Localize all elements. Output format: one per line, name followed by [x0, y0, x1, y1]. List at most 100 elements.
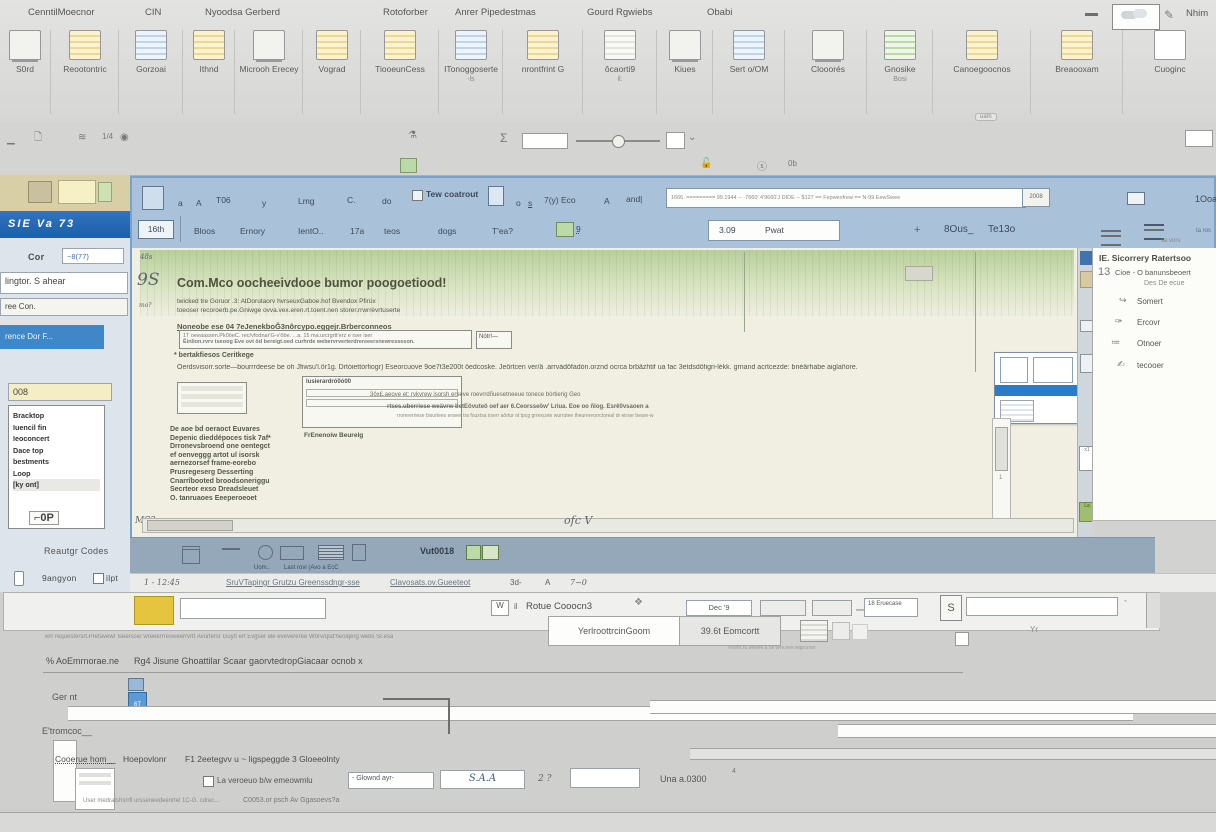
- selection-band[interactable]: [995, 385, 1079, 396]
- ribbon-button[interactable]: TiooeunCess: [362, 30, 439, 114]
- mini-field[interactable]: [1185, 130, 1213, 147]
- embedded-form[interactable]: lusierardró0ó00: [302, 376, 462, 428]
- option-cell[interactable]: [1033, 357, 1073, 383]
- ghost-button[interactable]: [852, 624, 868, 640]
- side-button[interactable]: La: [1079, 502, 1092, 522]
- coin-icon[interactable]: ⓢ: [757, 158, 767, 173]
- combo-box[interactable]: 18 Eruecase: [864, 598, 918, 617]
- spinner[interactable]: W: [491, 600, 509, 616]
- menu-item[interactable]: teos: [384, 226, 400, 236]
- lines-icon[interactable]: [222, 548, 240, 558]
- font-combo[interactable]: 3.09 Pwat: [708, 220, 840, 241]
- menu-icon[interactable]: [182, 546, 200, 564]
- tag-label[interactable]: % AoEmrnorae.ne: [46, 656, 119, 666]
- tool-glyph[interactable]: do: [382, 196, 391, 206]
- ribbon-button[interactable]: GnosikeBosi: [868, 30, 933, 114]
- ribbon-button[interactable]: Sert o/OM: [714, 30, 785, 114]
- hamburger-icon[interactable]: [1101, 230, 1121, 246]
- ribbon-tab[interactable]: Anrer Pipedestmas: [455, 7, 536, 18]
- tab[interactable]: YerlroottrcinGoom: [548, 616, 680, 646]
- tool-glyph[interactable]: and|: [626, 194, 642, 204]
- zoom-slider-handle[interactable]: [612, 135, 625, 148]
- menu-item[interactable]: 8Ous_: [944, 224, 973, 235]
- lock-icon[interactable]: 🔓: [700, 158, 712, 169]
- minimize-icon[interactable]: [1085, 13, 1098, 16]
- ribbon-button[interactable]: S0rd: [0, 30, 51, 114]
- pencil-icon[interactable]: ✎: [1164, 8, 1174, 22]
- checkbox-label[interactable]: La veroeuo b/w emeowmlu: [217, 776, 313, 785]
- paste-icon[interactable]: [488, 186, 504, 206]
- document-icon[interactable]: 🗋: [34, 130, 42, 147]
- table-green-icon[interactable]: [482, 545, 499, 560]
- screen-icon[interactable]: [280, 546, 304, 560]
- text-field[interactable]: S.A.A: [440, 770, 525, 789]
- tool-glyph[interactable]: a: [178, 198, 183, 208]
- grid-icon[interactable]: [800, 620, 828, 642]
- menu-item[interactable]: Ernory: [240, 226, 265, 236]
- status-link[interactable]: SruVTapingr Grutzu Greenssdngr-sse: [226, 578, 360, 587]
- tool-glyph[interactable]: A: [196, 198, 202, 208]
- yellow-app-icon[interactable]: [134, 596, 174, 625]
- page-icon[interactable]: [352, 544, 366, 561]
- formula-strip[interactable]: 1666. ========= 99.1944 -- -7660' 4'9660…: [666, 188, 1026, 208]
- year-box[interactable]: 2008: [1022, 188, 1050, 207]
- ribbon-button[interactable]: Ithnd: [184, 30, 235, 114]
- tool-icon[interactable]: [58, 180, 96, 204]
- menu-item[interactable]: dogs: [438, 226, 456, 236]
- ribbon-button[interactable]: ITonoggoserte-ls: [440, 30, 503, 114]
- ribbon-tab[interactable]: Nyoodsa Gerberd: [205, 7, 280, 18]
- ribbon-button[interactable]: nrontfrint G: [504, 30, 583, 114]
- checkbox[interactable]: [412, 190, 423, 201]
- table-green-icon[interactable]: [466, 545, 481, 560]
- list-item[interactable]: Iuencil fin: [13, 422, 100, 434]
- check-label[interactable]: Tew coatrout: [426, 189, 478, 199]
- tool-label[interactable]: 7(y) Eco: [544, 195, 576, 205]
- menu-item[interactable]: T'ea?: [492, 226, 513, 236]
- clipboard-icon[interactable]: [142, 186, 164, 210]
- ribbon-button[interactable]: Clooorés: [790, 30, 867, 114]
- list-item[interactable]: [ky ont]: [13, 479, 100, 491]
- tool-glyph[interactable]: T06: [216, 195, 231, 205]
- text-field[interactable]: [180, 598, 326, 619]
- caret-icon[interactable]: ˆ: [1124, 599, 1127, 609]
- text-field[interactable]: lingtor. S ahear: [0, 272, 128, 294]
- yellow-field[interactable]: 008: [8, 383, 112, 401]
- eye-icon[interactable]: ◉: [120, 132, 129, 143]
- flask-icon[interactable]: ⚗: [408, 130, 417, 141]
- tool-glyph[interactable]: Lmg: [298, 196, 315, 206]
- tool-glyph[interactable]: A: [604, 196, 610, 206]
- scrollbar-thumb[interactable]: [147, 520, 233, 531]
- status-link[interactable]: Clavosats.ov.Gueeteot: [390, 578, 470, 587]
- menu-item[interactable]: Te13o: [988, 224, 1015, 235]
- ribbon-button[interactable]: Cuoginc: [1124, 30, 1216, 114]
- vertical-scrollbar[interactable]: 1: [992, 418, 1011, 520]
- mini-button[interactable]: [666, 132, 685, 149]
- mini-window-icon[interactable]: [128, 678, 144, 691]
- page-number-box[interactable]: 16th: [138, 220, 174, 239]
- ribbon-button[interactable]: Breaooxam: [1032, 30, 1123, 114]
- tool-icon[interactable]: [28, 181, 52, 203]
- rows-icon[interactable]: [318, 545, 344, 560]
- side-button[interactable]: [1080, 320, 1092, 332]
- tool-icon[interactable]: [98, 182, 112, 202]
- ribbon-button[interactable]: Gorzoai: [120, 30, 183, 114]
- text-field[interactable]: [966, 597, 1118, 616]
- preview-thumbnail[interactable]: [1112, 4, 1160, 30]
- check-label[interactable]: 9angyon: [42, 573, 77, 583]
- list-box[interactable]: Bracktop Iuencil fin Ieoconcert Dace top…: [8, 405, 105, 529]
- tab[interactable]: 39.6t Eomcortt: [680, 616, 781, 646]
- tool-glyph[interactable]: y: [262, 198, 266, 208]
- check-label[interactable]: ilpt: [106, 573, 118, 583]
- list-item[interactable]: bestments: [13, 456, 100, 468]
- ribbon-button[interactable]: Canoegoocnos: [934, 30, 1031, 114]
- ribbon-tab[interactable]: CenntilMoecnor: [28, 7, 95, 18]
- side-button[interactable]: [1080, 251, 1092, 265]
- option-cell[interactable]: [1000, 357, 1028, 383]
- pin-icon[interactable]: [14, 571, 24, 586]
- combo-box[interactable]: [812, 600, 852, 616]
- document-canvas[interactable]: 48s 9S mo? MS? Com.Mco oocheeivdooe bumo…: [130, 248, 1092, 540]
- pane-menu-item[interactable]: Somert: [1137, 297, 1163, 306]
- slider-handle[interactable]: [955, 632, 969, 646]
- tool-glyph[interactable]: o: [516, 198, 521, 208]
- side-button[interactable]: [1080, 271, 1092, 288]
